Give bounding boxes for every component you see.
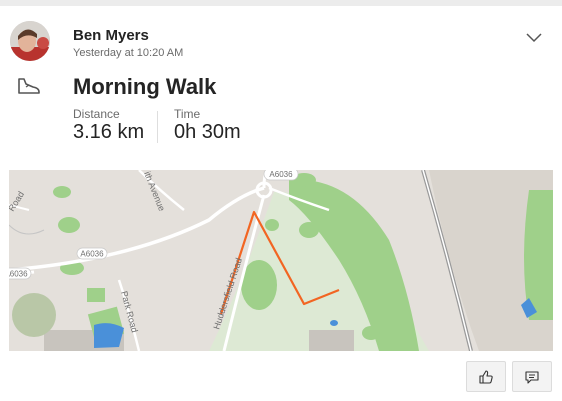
- post-timestamp: Yesterday at 10:20 AM: [73, 47, 184, 59]
- map-label-a6036-top: A6036: [269, 170, 293, 179]
- time-label: Time: [174, 107, 201, 121]
- map-label-a6036-mid: A6036: [80, 250, 104, 259]
- shoe-icon: [18, 78, 40, 94]
- time-value: 0h 30m: [174, 121, 241, 143]
- distance-label: Distance: [73, 107, 120, 121]
- stat-divider: [157, 111, 158, 143]
- comment-button[interactable]: [512, 361, 552, 392]
- route-map[interactable]: A6036 A6036 A6036 Road ith Avenue Hudder…: [9, 170, 553, 351]
- avatar[interactable]: [10, 21, 50, 61]
- distance-value: 3.16 km: [73, 121, 145, 143]
- thumbs-up-icon: [479, 369, 493, 384]
- like-button[interactable]: [466, 361, 506, 392]
- chevron-down-icon[interactable]: [524, 30, 544, 44]
- avatar-image: [10, 21, 50, 61]
- user-name[interactable]: Ben Myers: [73, 27, 149, 44]
- top-strip: [0, 0, 562, 6]
- activity-title: Morning Walk: [73, 74, 217, 99]
- comment-icon: [525, 370, 539, 384]
- map-label-a6036-left: A6036: [9, 270, 28, 279]
